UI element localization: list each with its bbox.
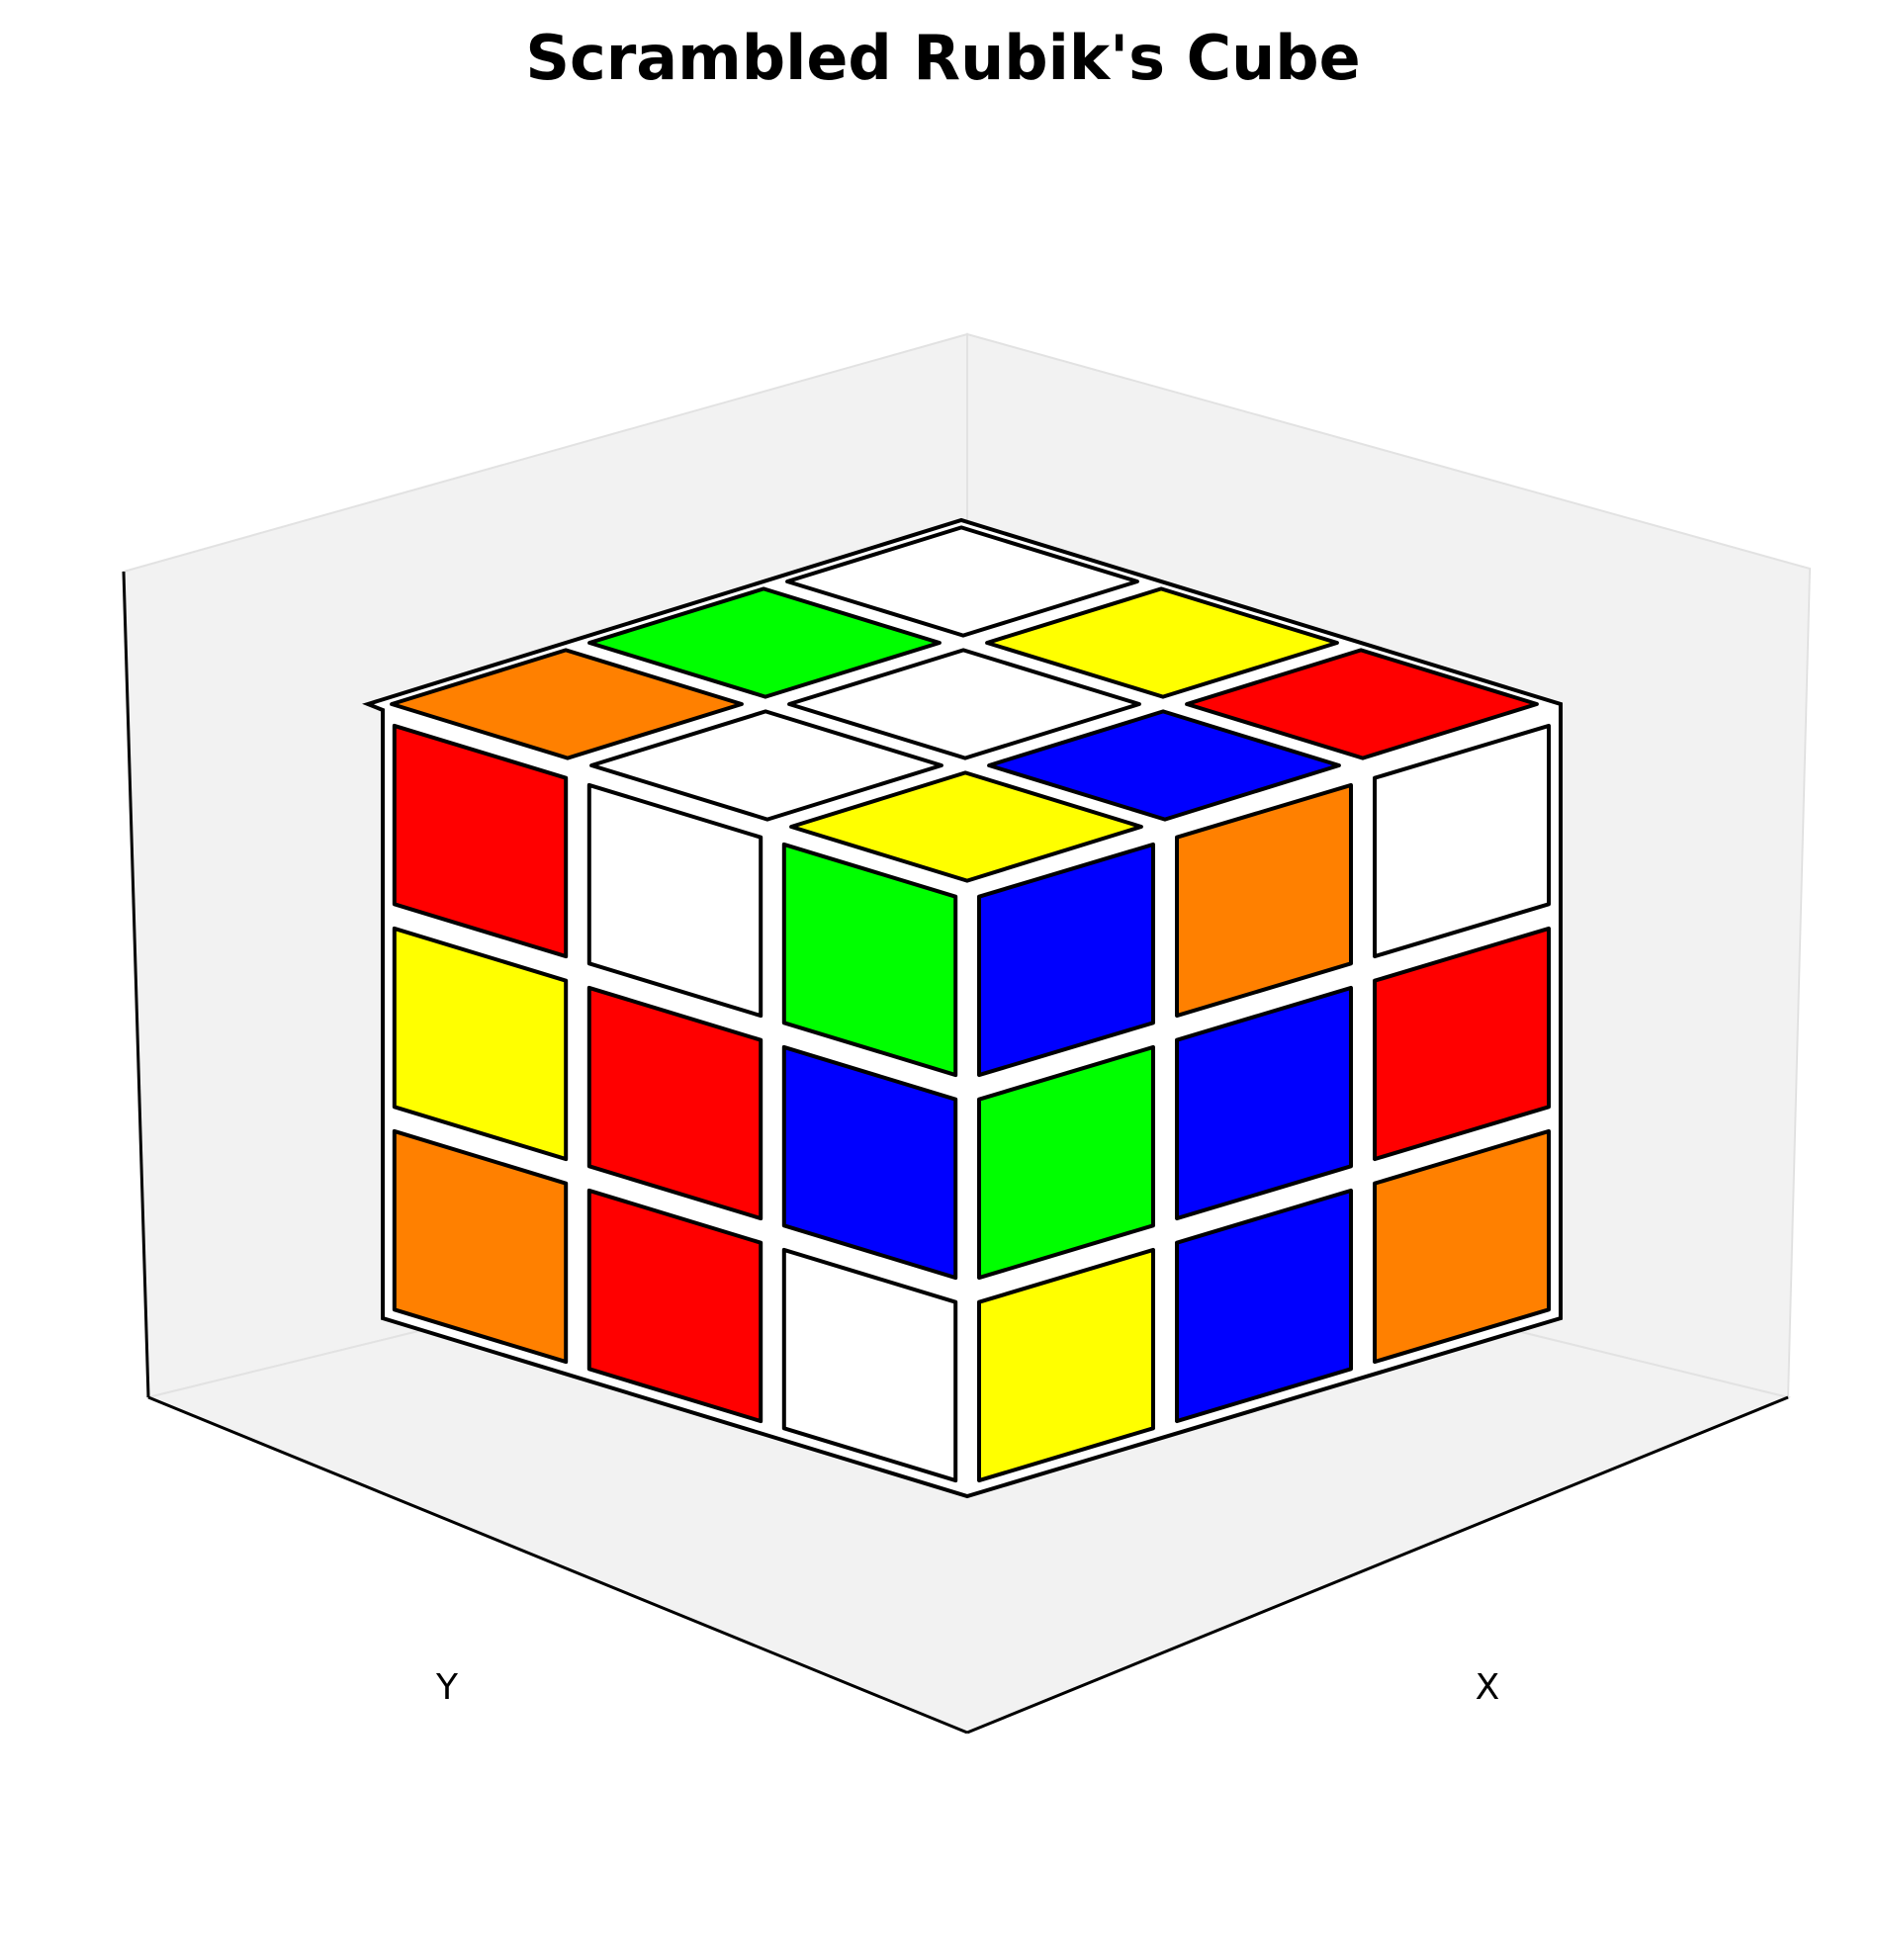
y-axis-label: Y (435, 1667, 459, 1708)
x-axis-label: X (1476, 1667, 1500, 1708)
cube-3d-scene: Y X (122, 332, 1812, 1735)
rubiks-cube (362, 517, 1563, 1499)
